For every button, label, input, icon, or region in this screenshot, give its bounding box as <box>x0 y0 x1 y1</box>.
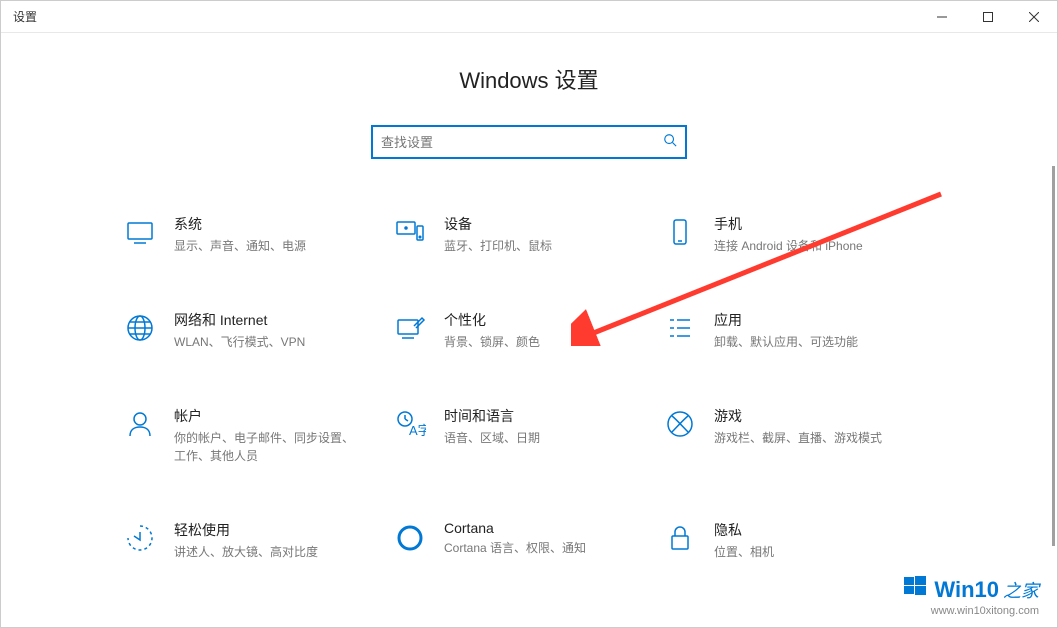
svg-text:A字: A字 <box>409 423 426 438</box>
windows-logo-icon <box>904 575 926 597</box>
category-system[interactable]: 系统 显示、声音、通知、电源 <box>124 214 394 255</box>
category-accounts[interactable]: 帐户 你的帐户、电子邮件、同步设置、工作、其他人员 <box>124 406 394 465</box>
category-cortana[interactable]: Cortana Cortana 语言、权限、通知 <box>394 520 664 561</box>
category-title: 应用 <box>714 310 934 330</box>
category-desc: 位置、相机 <box>714 543 894 561</box>
category-network[interactable]: 网络和 Internet WLAN、飞行模式、VPN <box>124 310 394 351</box>
category-title: 游戏 <box>714 406 934 426</box>
category-title: 网络和 Internet <box>174 310 394 330</box>
personalization-icon <box>394 312 426 344</box>
ease-of-access-icon <box>124 522 156 554</box>
xbox-icon <box>664 408 696 440</box>
category-desc: 卸载、默认应用、可选功能 <box>714 333 894 351</box>
page-title: Windows 设置 <box>1 63 1057 95</box>
system-icon <box>124 216 156 248</box>
settings-grid: 系统 显示、声音、通知、电源 设备 蓝牙、打印机、鼠标 手机 连接 Androi… <box>109 214 949 561</box>
category-devices[interactable]: 设备 蓝牙、打印机、鼠标 <box>394 214 664 255</box>
category-title: 时间和语言 <box>444 406 664 426</box>
category-time-language[interactable]: A字 时间和语言 语音、区域、日期 <box>394 406 664 465</box>
category-personalization[interactable]: 个性化 背景、锁屏、颜色 <box>394 310 664 351</box>
category-desc: 显示、声音、通知、电源 <box>174 237 354 255</box>
category-desc: WLAN、飞行模式、VPN <box>174 333 354 351</box>
apps-icon <box>664 312 696 344</box>
category-ease-of-access[interactable]: 轻松使用 讲述人、放大镜、高对比度 <box>124 520 394 561</box>
close-button[interactable] <box>1011 1 1057 33</box>
category-desc: 连接 Android 设备和 iPhone <box>714 237 894 255</box>
watermark-brand-cn: 之家 <box>1003 577 1039 603</box>
category-privacy[interactable]: 隐私 位置、相机 <box>664 520 934 561</box>
scrollbar-thumb[interactable] <box>1052 166 1055 546</box>
category-desc: 背景、锁屏、颜色 <box>444 333 624 351</box>
globe-icon <box>124 312 156 344</box>
search-input[interactable] <box>381 135 663 150</box>
maximize-button[interactable] <box>965 1 1011 33</box>
category-title: 个性化 <box>444 310 664 330</box>
category-desc: 语音、区域、日期 <box>444 429 624 447</box>
watermark-url: www.win10xitong.com <box>904 605 1039 617</box>
category-gaming[interactable]: 游戏 游戏栏、截屏、直播、游戏模式 <box>664 406 934 465</box>
category-title: 手机 <box>714 214 934 234</box>
window-title: 设置 <box>13 8 37 25</box>
minimize-button[interactable] <box>919 1 965 33</box>
category-title: 设备 <box>444 214 664 234</box>
time-language-icon: A字 <box>394 408 426 440</box>
category-desc: 你的帐户、电子邮件、同步设置、工作、其他人员 <box>174 429 354 465</box>
category-title: 系统 <box>174 214 394 234</box>
devices-icon <box>394 216 426 248</box>
category-desc: 游戏栏、截屏、直播、游戏模式 <box>714 429 894 447</box>
search-icon <box>663 133 677 152</box>
phone-icon <box>664 216 696 248</box>
category-apps[interactable]: 应用 卸载、默认应用、可选功能 <box>664 310 934 351</box>
search-box[interactable] <box>371 125 687 159</box>
category-desc: 讲述人、放大镜、高对比度 <box>174 543 354 561</box>
watermark-brand: Win10 <box>934 577 999 603</box>
category-title: 隐私 <box>714 520 934 540</box>
category-title: 帐户 <box>174 406 394 426</box>
category-title: 轻松使用 <box>174 520 394 540</box>
category-desc: Cortana 语言、权限、通知 <box>444 539 624 557</box>
category-phone[interactable]: 手机 连接 Android 设备和 iPhone <box>664 214 934 255</box>
category-desc: 蓝牙、打印机、鼠标 <box>444 237 624 255</box>
category-title: Cortana <box>444 520 664 536</box>
cortana-icon <box>394 522 426 554</box>
watermark: Win10 之家 www.win10xitong.com <box>904 575 1039 617</box>
content-area: Windows 设置 系统 显示、声音、通知、电源 设备 蓝牙、打 <box>1 33 1057 561</box>
lock-icon <box>664 522 696 554</box>
titlebar: 设置 <box>1 1 1057 33</box>
person-icon <box>124 408 156 440</box>
window-controls <box>919 1 1057 33</box>
